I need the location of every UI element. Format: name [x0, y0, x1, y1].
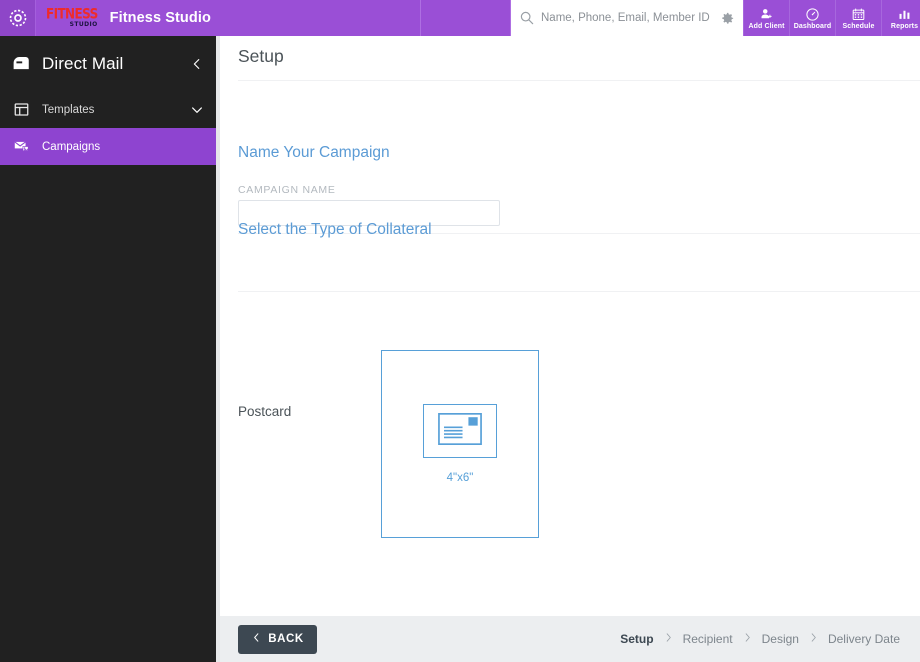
- section-title-collateral: Select the Type of Collateral: [238, 221, 432, 238]
- studio-logo: FITNESS STUDIO: [36, 0, 110, 36]
- chevron-left-icon[interactable]: [190, 57, 204, 71]
- top-nav-item-add-client[interactable]: Add Client: [743, 0, 789, 36]
- campaigns-mail-icon: [10, 138, 32, 155]
- top-nav-label: Add Client: [748, 23, 785, 30]
- mailbox-icon: [10, 53, 32, 74]
- search-icon: [519, 10, 535, 26]
- chevron-left-icon: [251, 632, 262, 646]
- footer-bar: BACK Setup Recipient Design Delivery Dat…: [220, 616, 920, 662]
- back-button-label: BACK: [268, 633, 304, 645]
- collateral-options-row: Postcard 4"x6": [220, 314, 920, 538]
- back-button[interactable]: BACK: [238, 624, 317, 654]
- divider-under-collateral-title: [238, 291, 920, 292]
- section-title-name-campaign: Name Your Campaign: [238, 144, 390, 161]
- circular-dotted-logo-icon: [9, 9, 27, 27]
- breadcrumb-item-design[interactable]: Design: [762, 632, 799, 646]
- divider-under-title: [238, 80, 920, 81]
- chevron-right-icon: [808, 632, 819, 646]
- postcard-icon: [438, 412, 482, 450]
- search-input[interactable]: [541, 7, 716, 29]
- campaign-name-label: CAMPAIGN NAME: [238, 184, 336, 196]
- sidebar-header-label: Direct Mail: [42, 53, 124, 73]
- main-content: Setup Name Your Campaign CAMPAIGN NAME S…: [220, 36, 920, 616]
- page-title: Setup: [238, 46, 284, 66]
- top-nav: Add Client Dashboard Schedule Reports: [743, 0, 920, 36]
- gear-icon[interactable]: [720, 11, 735, 26]
- collateral-card-postcard[interactable]: 4"x6": [381, 350, 539, 538]
- chevron-right-icon: [663, 632, 674, 646]
- sidebar-item-label: Campaigns: [42, 140, 101, 153]
- breadcrumb-item-recipient[interactable]: Recipient: [683, 632, 733, 646]
- studio-logo-line1: FITNESS: [46, 5, 98, 22]
- top-nav-item-dashboard[interactable]: Dashboard: [789, 0, 835, 36]
- chevron-right-icon: [742, 632, 753, 646]
- sidebar: Direct Mail Templates Campaigns: [0, 36, 216, 662]
- studio-logo-line2: STUDIO: [69, 20, 98, 28]
- top-nav-item-reports[interactable]: Reports: [881, 0, 920, 36]
- breadcrumb: Setup Recipient Design Delivery Date: [620, 632, 900, 646]
- chevron-down-icon[interactable]: [190, 103, 204, 117]
- top-nav-item-schedule[interactable]: Schedule: [835, 0, 881, 36]
- templates-layout-icon: [10, 101, 32, 118]
- collateral-card-size-label: 4"x6": [446, 472, 474, 484]
- dashboard-gauge-icon: [805, 6, 820, 22]
- sidebar-item-label: Templates: [42, 103, 95, 116]
- sidebar-item-campaigns[interactable]: Campaigns: [0, 128, 216, 165]
- app-root: FITNESS STUDIO Fitness Studio Name, Phon…: [0, 0, 920, 662]
- collateral-card-inner-frame: [423, 404, 497, 458]
- top-bar-divider-1: [420, 0, 421, 36]
- sidebar-item-templates[interactable]: Templates: [0, 91, 216, 128]
- page-brand-title: Fitness Studio: [109, 10, 211, 26]
- global-search[interactable]: [511, 0, 743, 36]
- calendar-icon: [851, 6, 866, 22]
- collateral-type-label: Postcard: [238, 404, 292, 419]
- sidebar-header-direct-mail[interactable]: Direct Mail: [0, 36, 216, 91]
- add-client-icon: [759, 6, 774, 22]
- top-nav-label: Dashboard: [793, 23, 832, 30]
- top-nav-label: Schedule: [842, 23, 875, 30]
- app-logo-button[interactable]: [0, 0, 36, 36]
- breadcrumb-item-delivery-date[interactable]: Delivery Date: [828, 632, 900, 646]
- bar-chart-icon: [897, 6, 912, 22]
- top-nav-label: Reports: [890, 23, 919, 30]
- breadcrumb-item-setup[interactable]: Setup: [620, 632, 653, 646]
